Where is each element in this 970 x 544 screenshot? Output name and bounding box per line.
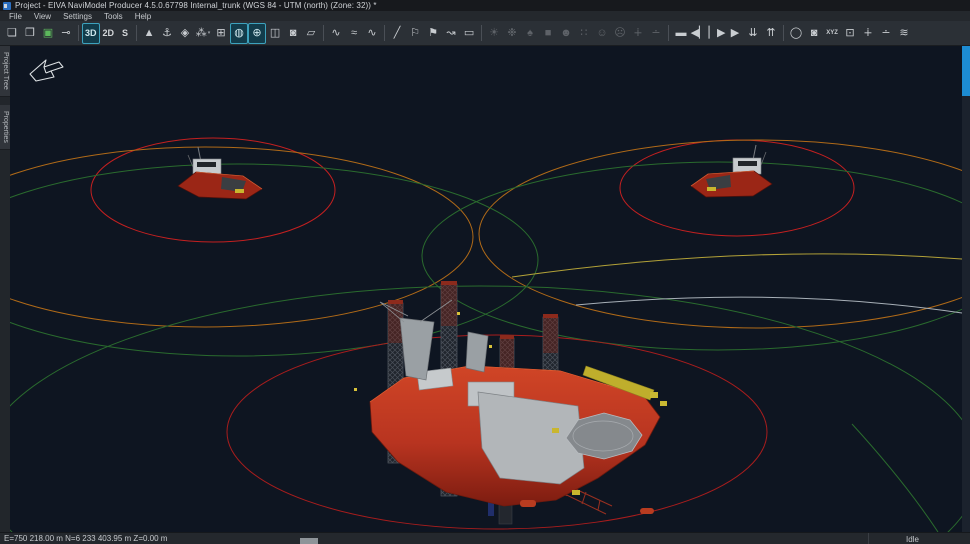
sphere-view-button[interactable]: ◈ (176, 23, 194, 44)
remove-point-button: ∸ (647, 23, 665, 44)
sun-shading-button: ☀ (485, 23, 503, 44)
toolbar-separator (783, 25, 784, 41)
profile-view-2-button[interactable]: ≈ (345, 23, 363, 44)
easting-value: 750 073.48 m (866, 531, 948, 532)
color-palette-button: ❉ (503, 23, 521, 44)
menu-help[interactable]: Help (130, 12, 156, 21)
support-vessel-right[interactable] (691, 145, 772, 197)
warning-ring-vessel-left (10, 147, 473, 327)
view-3d-button[interactable]: 3D (82, 23, 100, 44)
tab-project-tree[interactable]: Project Tree (0, 46, 10, 97)
titlebar: Project - EIVA NaviModel Producer 4.5.0.… (0, 0, 970, 11)
range-ring-vessel-right (422, 162, 962, 350)
measure-button[interactable]: ▱ (302, 23, 320, 44)
track-arc-white (576, 297, 962, 313)
play-button[interactable]: ▶ (726, 23, 744, 44)
status-state: Idle (906, 535, 919, 544)
unsmooth-surface-button: ☹ (611, 23, 629, 44)
add-marker-filled-button[interactable]: ⚑ (424, 23, 442, 44)
jackup-vessel[interactable] (354, 281, 667, 524)
step-back-button[interactable]: ◀▏ (690, 23, 708, 44)
statusbar: E=750 218.00 m N=6 233 403.95 m Z=0.00 m… (0, 532, 970, 544)
view-s-button[interactable]: S (117, 23, 133, 44)
new-project-button[interactable]: ❏ (3, 23, 21, 44)
step-forward-button[interactable]: ▏▶ (708, 23, 726, 44)
toolbar: ❏❒▣⊸3D2DS▲⚓◈⁂▾⊞◍⊕◫◙▱∿≈∿╱⚐⚑↝▭☀❉♠■☻∷☺☹∔∸▬◀… (0, 21, 970, 46)
scrollbar-thumb[interactable] (962, 46, 970, 96)
screenshot-button[interactable]: ◙ (284, 23, 302, 44)
menu-view[interactable]: View (29, 12, 56, 21)
toolbar-separator (481, 25, 482, 41)
app-icon (3, 2, 11, 10)
track-arc-yellow (512, 254, 962, 277)
remove-node-button[interactable]: ∸ (877, 23, 895, 44)
orientation-arrow-icon (30, 60, 63, 81)
connect-survey-button[interactable]: ⊸ (57, 23, 75, 44)
menu-settings[interactable]: Settings (58, 12, 97, 21)
viewport-3d[interactable]: 750 073.48 m 6 233 122.20 m 0.00 m Lon 1… (10, 46, 962, 532)
menu-tools[interactable]: Tools (99, 12, 128, 21)
add-node-button[interactable]: ∔ (859, 23, 877, 44)
toolbar-separator (136, 25, 137, 41)
menu-file[interactable]: File (4, 12, 27, 21)
view-2d-button[interactable]: 2D (100, 23, 118, 44)
point-grid-button: ∷ (575, 23, 593, 44)
north-up-button[interactable]: ▲ (140, 23, 158, 44)
xyz-convert-button[interactable]: XYZ (823, 23, 841, 44)
insert-image-button[interactable]: ▭ (460, 23, 478, 44)
open-project-button[interactable]: ❒ (21, 23, 39, 44)
save-project-button[interactable]: ▣ (39, 23, 57, 44)
export-data-button[interactable]: ⇈ (762, 23, 780, 44)
statusbar-marker (300, 538, 318, 544)
ghost-points-button: ☻ (557, 23, 575, 44)
cursor-position: E=750 218.00 m N=6 233 403.95 m Z=0.00 m (0, 534, 167, 543)
side-panel-strip: Project Tree Properties (0, 46, 10, 532)
toolbar-separator (323, 25, 324, 41)
add-marker-button[interactable]: ⚐ (406, 23, 424, 44)
toolbar-separator (384, 25, 385, 41)
menubar: File View Settings Tools Help (0, 11, 970, 21)
window-title: Project - EIVA NaviModel Producer 4.5.0.… (15, 1, 377, 10)
add-point-button: ∔ (629, 23, 647, 44)
point-cloud-button[interactable]: ⁂▾ (194, 23, 212, 44)
stop-button[interactable]: ◙ (805, 23, 823, 44)
terrain-model-button: ♠ (521, 23, 539, 44)
dropdown-caret-icon: ▾ (208, 31, 211, 36)
vertical-scrollbar[interactable] (962, 46, 970, 532)
toolbar-separator (668, 25, 669, 41)
animation-button[interactable]: ▬ (672, 23, 690, 44)
tab-properties[interactable]: Properties (0, 105, 10, 150)
online-layers-button[interactable]: ⊡ (841, 23, 859, 44)
globe-toggle-button[interactable]: ⊕ (248, 23, 266, 44)
support-vessel-left[interactable] (178, 147, 262, 199)
profile-view-3-button[interactable]: ∿ (363, 23, 381, 44)
navimodel-window: Project - EIVA NaviModel Producer 4.5.0.… (0, 0, 970, 544)
grid-toggle-button[interactable]: ⊞ (212, 23, 230, 44)
surface-patch-button: ■ (539, 23, 557, 44)
range-ring-vessel-left (10, 164, 538, 356)
draw-line-button[interactable]: ╱ (388, 23, 406, 44)
warning-ring-vessel-right (479, 140, 962, 328)
profile-view-1-button[interactable]: ∿ (327, 23, 345, 44)
draw-polyline-button[interactable]: ↝ (442, 23, 460, 44)
map-view-button[interactable]: ◫ (266, 23, 284, 44)
range-arc-green-right (852, 424, 938, 532)
import-data-button[interactable]: ⇊ (744, 23, 762, 44)
smooth-surface-button: ☺ (593, 23, 611, 44)
toolbar-separator (78, 25, 79, 41)
vessel-track-button[interactable]: ≋ (895, 23, 913, 44)
vessel-view-button[interactable]: ⚓ (158, 23, 176, 44)
coordinate-readout: 750 073.48 m 6 233 122.20 m 0.00 m Lon 1… (866, 531, 948, 532)
scene-canvas (10, 46, 962, 532)
geodesy-toggle-button[interactable]: ◍ (230, 23, 248, 44)
record-button[interactable]: ◯ (787, 23, 805, 44)
